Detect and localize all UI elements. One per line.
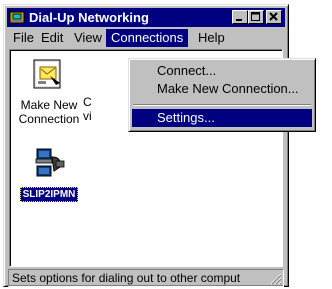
menu-edit-label: Edit <box>41 30 64 45</box>
menu-item-make-new-connection-label: Make New Connection... <box>157 81 299 96</box>
connection-label-line1: C <box>83 95 92 109</box>
menu-help-label: Help <box>198 30 225 45</box>
menu-item-make-new-connection[interactable]: Make New Connection... <box>132 80 312 98</box>
maximize-button[interactable] <box>248 10 264 24</box>
menu-help[interactable]: Help <box>193 29 230 47</box>
menu-item-settings[interactable]: Settings... <box>132 109 312 127</box>
menu-file[interactable]: File <box>8 29 39 47</box>
menu-item-settings-label: Settings... <box>157 110 215 125</box>
connection-item-partial[interactable]: C vi <box>83 59 123 123</box>
dialup-connection-icon <box>35 148 65 177</box>
connection-label-line2: vi <box>83 109 92 123</box>
window-title: Dial-Up Networking <box>29 10 149 25</box>
menu-view-label: View <box>74 30 102 45</box>
make-new-connection-item[interactable]: Make New Connection <box>15 59 83 126</box>
status-text: Sets options for dialing out to other co… <box>12 271 241 285</box>
menu-bar: File Edit View Connections Help <box>8 29 284 47</box>
slip2ipmn-label: SLIP2IPMN <box>19 187 79 202</box>
make-new-connection-label-line1: Make New <box>20 98 78 112</box>
dial-up-networking-window: Dial-Up Networking File Edit View Connec… <box>3 4 289 287</box>
maximize-icon <box>251 12 260 21</box>
slip2ipmn-connection-item[interactable]: SLIP2IPMN <box>15 147 83 202</box>
menu-connections-label: Connections <box>111 30 184 45</box>
minimize-button[interactable] <box>232 10 248 24</box>
resize-grip-icon[interactable] <box>270 273 282 285</box>
connections-dropdown-menu: Connect... Make New Connection... Settin… <box>128 58 316 132</box>
menu-edit[interactable]: Edit <box>36 29 68 47</box>
title-bar[interactable]: Dial-Up Networking <box>7 8 285 27</box>
menu-view[interactable]: View <box>69 29 107 47</box>
menu-item-connect[interactable]: Connect... <box>132 62 312 80</box>
close-button[interactable] <box>266 10 282 24</box>
menu-separator <box>133 104 311 106</box>
minimize-icon <box>236 19 242 21</box>
dial-up-networking-app-icon[interactable] <box>10 10 25 24</box>
status-bar: Sets options for dialing out to other co… <box>8 269 284 287</box>
menu-item-connect-label: Connect... <box>157 63 217 78</box>
menu-file-label: File <box>13 30 34 45</box>
close-icon <box>269 12 278 21</box>
menu-connections[interactable]: Connections <box>106 29 189 47</box>
make-new-connection-label-line2: Connection <box>18 112 80 126</box>
make-new-connection-icon <box>33 59 61 89</box>
